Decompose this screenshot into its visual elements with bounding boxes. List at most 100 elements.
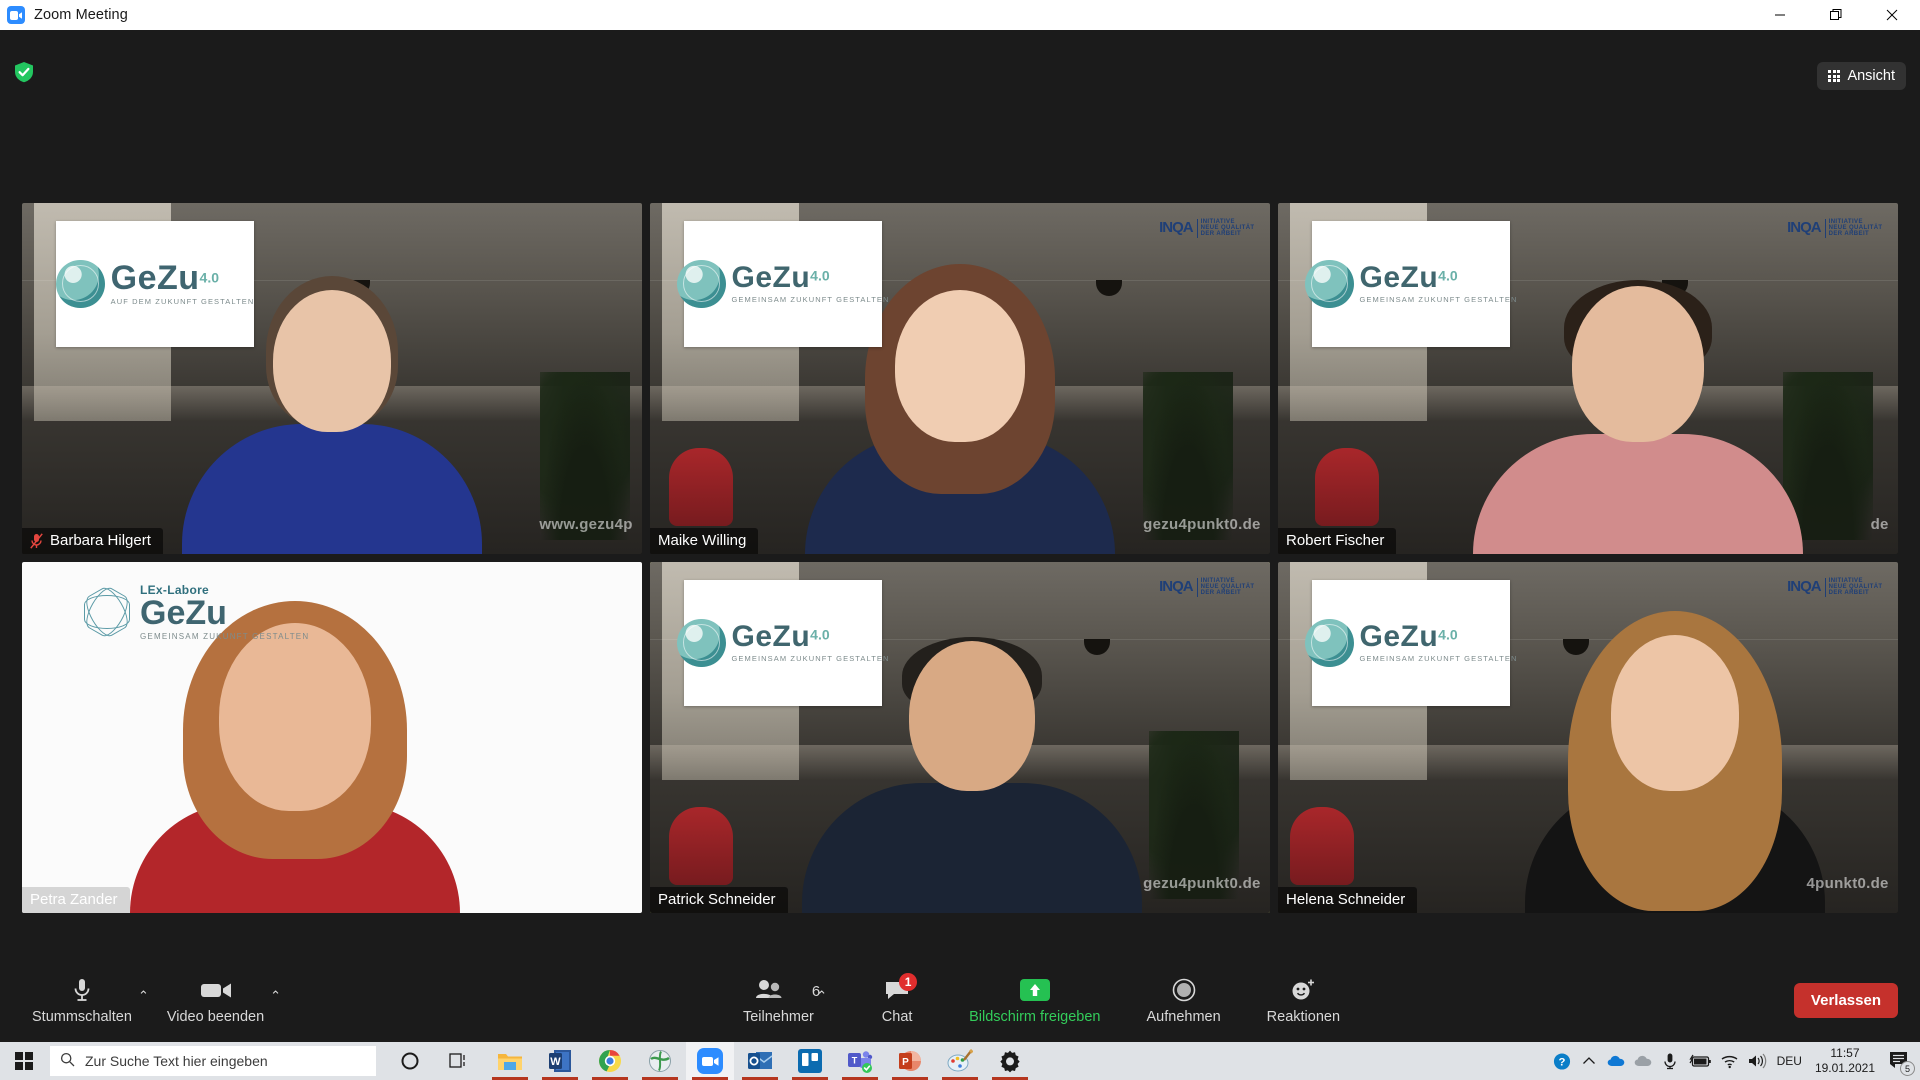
zoom-video-icon — [7, 6, 25, 24]
mute-button-label: Stummschalten — [32, 1008, 132, 1025]
video-tile-patrick-schneider[interactable]: GeZu4.0 GEMEINSAM ZUKUNFT GESTALTEN INQA… — [650, 562, 1270, 913]
trello-icon[interactable] — [786, 1042, 834, 1080]
grid-view-icon — [1828, 70, 1841, 82]
gezu-logo-text: GeZu — [110, 259, 200, 298]
settings-gear-icon[interactable] — [986, 1042, 1034, 1080]
plant-decor — [539, 371, 630, 540]
record-button-label: Aufnehmen — [1146, 1008, 1221, 1025]
notification-count: 5 — [1900, 1061, 1915, 1076]
chat-badge: 1 — [899, 972, 918, 991]
window-controls — [1752, 0, 1920, 30]
gezu-logo: GeZu4.0 GEMEINSAM ZUKUNFT GESTALTEN — [677, 220, 888, 347]
chair-decor — [1315, 447, 1380, 526]
gezu-logo-tagline: GEMEINSAM ZUKUNFT GESTALTEN — [1359, 654, 1518, 664]
globe-icon — [1305, 618, 1354, 667]
mute-group: Stummschalten ⌃ — [22, 976, 157, 1025]
svg-text:W: W — [550, 1056, 561, 1068]
reactions-button[interactable]: Reaktionen — [1257, 976, 1350, 1025]
gezu-logo-version: 4.0 — [1438, 627, 1458, 644]
inqa-logo-mark: INQA — [1787, 578, 1821, 596]
globe-icon — [1305, 259, 1354, 308]
teams-icon[interactable]: T — [836, 1042, 884, 1080]
globe-icon — [677, 618, 726, 667]
share-screen-up-arrow-icon — [1019, 976, 1050, 1004]
watermark: gezu4punkt0.de — [1143, 874, 1261, 892]
windows-start-icon[interactable] — [0, 1042, 48, 1080]
video-tile-petra-zander[interactable]: LEx-Labore GeZu GEMEINSAM ZUKUNFT GESTAL… — [22, 562, 642, 913]
svg-text:T: T — [852, 1056, 858, 1066]
language-indicator[interactable]: DEU — [1777, 1054, 1802, 1068]
participant-name-label: Robert Fischer — [1278, 528, 1397, 554]
action-center-icon[interactable]: 5 — [1888, 1049, 1915, 1076]
chat-button[interactable]: 1 Chat — [861, 972, 933, 1025]
stop-video-button-label: Video beenden — [166, 1008, 265, 1025]
task-view-icon[interactable] — [436, 1042, 484, 1080]
battery-charging-icon[interactable] — [1688, 1052, 1712, 1070]
people-icon — [755, 976, 801, 1004]
internet-browser-icon[interactable] — [636, 1042, 684, 1080]
participant-name-label: Helena Schneider — [1278, 887, 1418, 913]
plant-decor — [1142, 371, 1233, 540]
video-grid: GeZu4.0 AUF DEM ZUKUNFT GESTALTEN www.ge… — [22, 203, 1898, 913]
video-tile-robert-fischer[interactable]: GeZu4.0 GEMEINSAM ZUKUNFT GESTALTEN INQA… — [1278, 203, 1898, 554]
video-tile-helena-schneider[interactable]: GeZu4.0 GEMEINSAM ZUKUNFT GESTALTEN INQA… — [1278, 562, 1898, 913]
microphone-icon[interactable] — [1661, 1052, 1679, 1070]
toolbar-right-group: Verlassen — [1793, 982, 1898, 1018]
file-explorer-icon[interactable] — [486, 1042, 534, 1080]
watermark: gezu4punkt0.de — [1143, 515, 1261, 533]
view-button[interactable]: Ansicht — [1817, 62, 1906, 90]
share-screen-button-label: Bildschirm freigeben — [969, 1008, 1101, 1025]
share-screen-button[interactable]: Bildschirm freigeben — [959, 976, 1110, 1025]
video-tile-barbara-hilgert[interactable]: GeZu4.0 AUF DEM ZUKUNFT GESTALTEN www.ge… — [22, 203, 642, 554]
gezu-logo-tagline: GEMEINSAM ZUKUNFT GESTALTEN — [731, 654, 890, 664]
speaker-icon[interactable] — [1748, 1052, 1768, 1070]
leave-meeting-button[interactable]: Verlassen — [1793, 982, 1898, 1018]
word-icon[interactable]: W — [536, 1042, 584, 1080]
clock[interactable]: 11:57 19.01.2021 — [1815, 1046, 1875, 1076]
window-titlebar: Zoom Meeting — [0, 0, 1920, 30]
wifi-icon[interactable] — [1721, 1052, 1739, 1070]
paint-icon[interactable] — [936, 1042, 984, 1080]
video-tile-maike-willing[interactable]: GeZu4.0 GEMEINSAM ZUKUNFT GESTALTEN INQA… — [650, 203, 1270, 554]
participant-name: Petra Zander — [30, 891, 118, 908]
microphone-icon — [73, 976, 91, 1004]
video-camera-icon — [200, 976, 232, 1004]
cortana-icon[interactable] — [386, 1042, 434, 1080]
participant-name: Barbara Hilgert — [50, 532, 151, 549]
system-tray: ? DEU 11:57 19.01.2021 5 — [1553, 1042, 1920, 1080]
green-shield-check-icon[interactable] — [12, 60, 36, 84]
inqa-line-3: DER ARBEIT — [1828, 231, 1870, 238]
inqa-logo: INQA INITIATIVE NEUE QUALITÄT DER ARBEIT — [1787, 577, 1882, 597]
chrome-icon[interactable] — [586, 1042, 634, 1080]
onedrive-blue-icon[interactable] — [1607, 1052, 1625, 1070]
inqa-line-3: DER ARBEIT — [1828, 590, 1870, 597]
onedrive-gray-icon[interactable] — [1634, 1052, 1652, 1070]
gezu-logo-text: GeZu — [1359, 261, 1439, 295]
window-title: Zoom Meeting — [34, 7, 128, 23]
participant-video — [1524, 611, 1825, 913]
inqa-logo: INQA INITIATIVE NEUE QUALITÄT DER ARBEIT — [1159, 218, 1254, 238]
stop-video-button[interactable]: Video beenden — [157, 976, 274, 1025]
powerpoint-icon[interactable]: P — [886, 1042, 934, 1080]
svg-text:P: P — [902, 1057, 909, 1068]
inqa-line-3: DER ARBEIT — [1200, 231, 1242, 238]
help-circle-icon[interactable]: ? — [1553, 1052, 1571, 1070]
record-button[interactable]: Aufnehmen — [1137, 976, 1231, 1025]
video-group: Video beenden ⌃ — [157, 976, 289, 1025]
gezu-logo-version: 4.0 — [1438, 268, 1458, 285]
inqa-logo: INQA INITIATIVE NEUE QUALITÄT DER ARBEIT — [1159, 577, 1254, 597]
mute-button[interactable]: Stummschalten — [22, 976, 142, 1025]
outlook-icon[interactable] — [736, 1042, 784, 1080]
watermark: de — [1870, 515, 1889, 533]
zoom-icon[interactable] — [686, 1042, 734, 1080]
participant-name-label: Patrick Schneider — [650, 887, 788, 913]
chair-decor — [668, 806, 733, 885]
minimize-button[interactable] — [1752, 0, 1808, 30]
gezu-logo: GeZu4.0 GEMEINSAM ZUKUNFT GESTALTEN — [677, 579, 888, 706]
search-input[interactable]: Zur Suche Text hier eingeben — [50, 1046, 376, 1076]
close-button[interactable] — [1864, 0, 1920, 30]
chevron-up-icon[interactable] — [1580, 1052, 1598, 1070]
participants-button[interactable]: Teilnehmer — [733, 976, 824, 1025]
gezu-logo-text: GeZu — [731, 620, 811, 654]
maximize-button[interactable] — [1808, 0, 1864, 30]
